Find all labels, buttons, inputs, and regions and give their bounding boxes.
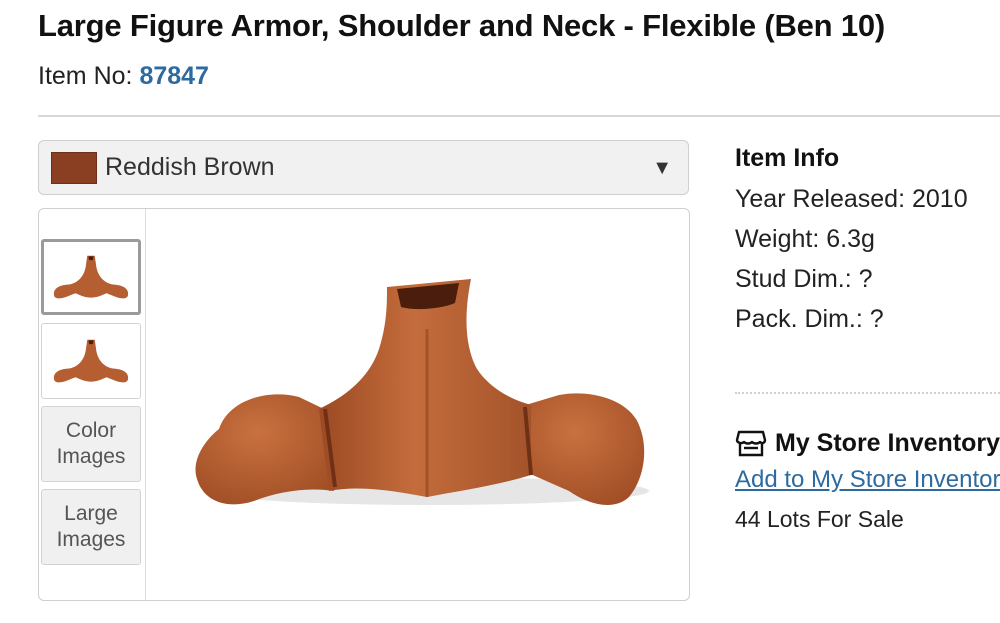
thumbnail-column: Color Images Large Images [39, 209, 146, 600]
header-divider [38, 115, 1000, 117]
stud-dimensions: Stud Dim.: ? [735, 265, 873, 293]
item-info-panel: Item Info Year Released: 2010 Weight: 6.… [735, 144, 1000, 339]
page-title: Large Figure Armor, Shoulder and Neck - … [38, 8, 886, 43]
item-number: Item No: 87847 [38, 62, 209, 91]
thumbnail-1[interactable] [41, 239, 141, 315]
item-number-label: Item No: [38, 62, 133, 90]
lots-for-sale[interactable]: 44 Lots For Sale [735, 506, 904, 533]
thumbnail-2[interactable] [41, 323, 141, 399]
store-inventory-header: My Store Inventory [735, 428, 1000, 458]
color-images-label: Color Images [56, 419, 126, 468]
part-thumbnail-image [53, 255, 129, 299]
color-images-button[interactable]: Color Images [41, 406, 141, 482]
section-divider [735, 392, 1000, 394]
color-dropdown-value: Reddish Brown [105, 153, 275, 181]
store-icon [735, 430, 767, 457]
pack-dimensions: Pack. Dim.: ? [735, 305, 884, 333]
large-images-label: Large Images [56, 502, 126, 551]
item-info-title: Item Info [735, 144, 840, 172]
image-viewer: Color Images Large Images [38, 208, 690, 601]
chevron-down-icon: ▼ [652, 157, 672, 179]
large-images-button[interactable]: Large Images [41, 489, 141, 565]
color-swatch [51, 151, 97, 184]
weight: Weight: 6.3g [735, 225, 875, 253]
add-to-store-inventory-link[interactable]: Add to My Store Inventor [735, 466, 1000, 494]
year-released: Year Released: 2010 [735, 185, 968, 213]
store-inventory-title: My Store Inventory [775, 428, 1000, 457]
part-thumbnail-image [53, 339, 129, 383]
color-dropdown[interactable]: Reddish Brown ▼ [38, 140, 689, 195]
item-number-value[interactable]: 87847 [139, 62, 209, 90]
part-main-image[interactable] [159, 229, 679, 589]
